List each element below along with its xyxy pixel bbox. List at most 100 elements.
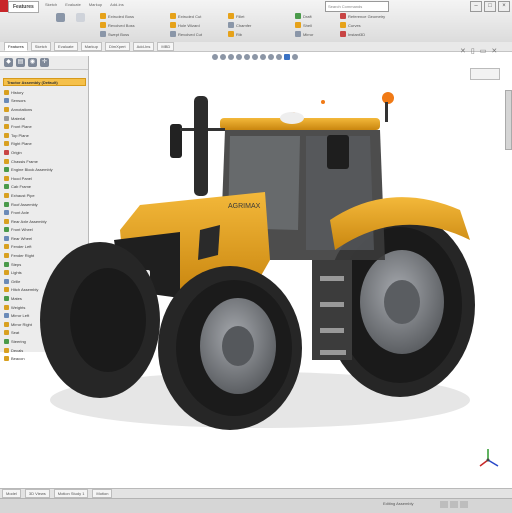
configuration-tab-icon[interactable]: ◉ (28, 58, 37, 67)
feature-icon (4, 287, 9, 293)
status-bar: Editing Assembly (0, 498, 512, 513)
feature-icon (4, 106, 9, 112)
feature-icon (4, 235, 9, 241)
extruded-boss-button[interactable]: Extruded Boss (100, 12, 135, 20)
command-manager-tabs: Features Sketch Evaluate Markup DimXpert… (0, 42, 512, 52)
tab-features[interactable]: Features (4, 42, 28, 51)
hole-wizard-button[interactable]: Hole Wizard (170, 21, 202, 29)
revolved-boss-button[interactable]: Revolved Boss (100, 21, 135, 29)
feature-icon (4, 321, 9, 327)
hide-show-icon[interactable] (260, 54, 266, 60)
tab-3d-views[interactable]: 3D Views (24, 489, 50, 498)
revolve-icon[interactable] (76, 13, 85, 22)
search-commands-input[interactable]: Search Commands (325, 1, 389, 12)
section-view-icon[interactable] (236, 54, 242, 60)
feature-icon (4, 175, 9, 181)
edit-appearance-icon[interactable] (268, 54, 274, 60)
menu-addins[interactable]: Add-ins (110, 2, 124, 7)
file-tab[interactable]: Features (8, 1, 39, 13)
extruded-cut-button[interactable]: Extruded Cut (170, 12, 202, 20)
units-indicator[interactable] (440, 501, 448, 508)
menu-bar: Sketch Evaluate Markup Add-ins (45, 2, 124, 7)
feature-icon (4, 124, 9, 130)
maximize-icon[interactable]: □ (484, 1, 496, 12)
tile-icon[interactable]: ▯ (471, 47, 475, 55)
rib-icon (228, 31, 234, 37)
ribbon-group-cut: Extruded Cut Hole Wizard Revolved Cut (170, 12, 202, 38)
zoom-to-fit-icon[interactable] (212, 54, 218, 60)
front-wheel-left[interactable] (40, 242, 160, 398)
mirror-button[interactable]: Mirror (295, 30, 313, 38)
extrude-icon[interactable] (56, 13, 65, 22)
dimxpert-tab-icon[interactable]: ✛ (40, 58, 49, 67)
tab-evaluate[interactable]: Evaluate (54, 42, 78, 51)
shell-button[interactable]: Shell (295, 21, 313, 29)
feature-icon (4, 296, 9, 302)
previous-view-icon[interactable] (228, 54, 234, 60)
tab-mbd[interactable]: MBD (157, 42, 175, 51)
tab-sketch[interactable]: Sketch (30, 42, 52, 51)
pin-icon[interactable]: ✕ (460, 47, 466, 55)
fillet-icon (228, 13, 234, 19)
view-settings-icon[interactable] (284, 54, 290, 60)
fillet-button[interactable]: Fillet (228, 12, 251, 20)
tree-node-label: Weights (11, 304, 26, 310)
view-orientation-icon[interactable] (244, 54, 250, 60)
tab-model[interactable]: Model (2, 489, 21, 498)
model-tabs-bar: Model 3D Views Motion Study 1 Motion (0, 488, 512, 498)
menu-markup[interactable]: Markup (89, 2, 102, 7)
tab-addins[interactable]: Add-Ins (132, 42, 155, 51)
rib-button[interactable]: Rib (228, 30, 251, 38)
instant3d-icon (340, 31, 346, 37)
revolve-boss-icon (100, 22, 106, 28)
app-logo-icon[interactable] (0, 0, 8, 12)
shell-icon (295, 22, 301, 28)
rebuild-indicator[interactable] (450, 501, 458, 508)
close-doc-icon[interactable]: ✕ (491, 47, 497, 55)
revolved-cut-button[interactable]: Revolved Cut (170, 30, 202, 38)
minimize-icon[interactable]: – (470, 1, 482, 12)
tab-motion[interactable]: Motion (92, 489, 113, 498)
chamfer-icon (228, 22, 234, 28)
restore-icon[interactable]: ▭ (480, 47, 487, 55)
menu-evaluate[interactable]: Evaluate (65, 2, 81, 7)
feature-icon (4, 201, 9, 207)
task-pane-scrollbar[interactable] (505, 90, 512, 150)
feature-icon (4, 261, 9, 267)
tree-node-label: Front Axle (11, 210, 30, 216)
display-pane-icon[interactable] (292, 54, 298, 60)
tab-dimxpert[interactable]: DimXpert (104, 42, 130, 51)
feature-icon (4, 304, 9, 310)
mirror-icon (295, 31, 301, 37)
exhaust-pipe (194, 96, 208, 196)
tab-markup[interactable]: Markup (80, 42, 102, 51)
zoom-area-icon[interactable] (220, 54, 226, 60)
instant3d-button[interactable]: Instant3D (340, 30, 385, 38)
status-message: Editing Assembly (383, 501, 414, 506)
curves-icon (340, 22, 346, 28)
property-manager-tab-icon[interactable]: ▤ (16, 58, 25, 67)
apply-scene-icon[interactable] (276, 54, 282, 60)
tree-node-label: Top Plane (11, 132, 29, 138)
feature-icon (4, 339, 9, 345)
tab-motion-study[interactable]: Motion Study 1 (53, 489, 89, 498)
curves-button[interactable]: Curves (340, 21, 385, 29)
display-style-icon[interactable] (252, 54, 258, 60)
task-pane-box[interactable] (470, 68, 500, 80)
tree-node-label: Steering (11, 339, 26, 345)
chamfer-button[interactable]: Chamfer (228, 21, 251, 29)
help-indicator[interactable] (460, 501, 468, 508)
feature-icon (4, 98, 9, 104)
reference-geometry-button[interactable]: Reference Geometry (340, 12, 385, 20)
draft-button[interactable]: Draft (295, 12, 313, 20)
swept-boss-button[interactable]: Swept Boss (100, 30, 135, 38)
feature-icon (4, 167, 9, 173)
feature-tree-tab-icon[interactable]: ◆ (4, 58, 13, 67)
front-wheel[interactable] (158, 266, 302, 430)
menu-sketch[interactable]: Sketch (45, 2, 57, 7)
swept-icon (100, 31, 106, 37)
close-icon[interactable]: × (498, 1, 510, 12)
tractor-model-viewport[interactable]: AGRIMAX (30, 80, 490, 440)
feature-icon (4, 227, 9, 233)
tree-node-label: Sensors (11, 98, 26, 104)
